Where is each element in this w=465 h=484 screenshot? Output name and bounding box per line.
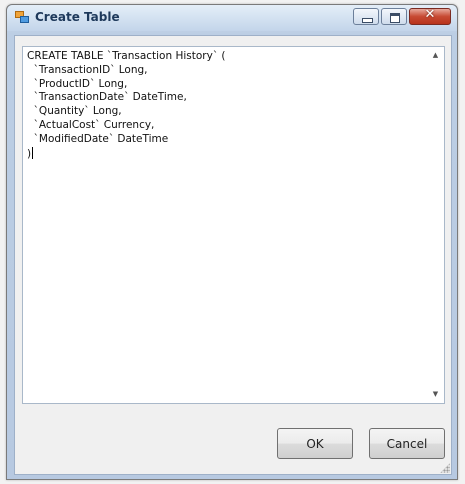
title-bar[interactable]: Create Table ✕ — [7, 5, 457, 31]
close-button[interactable]: ✕ — [409, 7, 451, 25]
minimize-button[interactable] — [353, 8, 379, 25]
create-table-dialog: Create Table ✕ CREATE TABLE `Transaction… — [6, 4, 458, 480]
sql-editor[interactable]: CREATE TABLE `Transaction History` ( `Tr… — [22, 46, 445, 404]
ok-button[interactable]: OK — [277, 428, 353, 459]
scroll-down-arrow-icon[interactable]: ▼ — [427, 386, 444, 403]
text-caret — [32, 146, 34, 159]
caption-buttons: ✕ — [353, 7, 451, 25]
scroll-up-arrow-icon[interactable]: ▲ — [427, 47, 444, 64]
window-title: Create Table — [35, 10, 120, 24]
resize-grip-icon[interactable] — [440, 463, 450, 473]
maximize-icon — [390, 13, 400, 23]
close-icon: ✕ — [424, 7, 436, 22]
minimize-icon — [362, 18, 373, 23]
table-icon — [15, 11, 29, 23]
cancel-button[interactable]: Cancel — [369, 428, 445, 459]
maximize-button[interactable] — [381, 8, 407, 25]
vertical-scrollbar[interactable]: ▲ ▼ — [427, 47, 444, 403]
dialog-client-area: CREATE TABLE `Transaction History` ( `Tr… — [14, 35, 452, 475]
sql-text[interactable]: CREATE TABLE `Transaction History` ( `Tr… — [27, 50, 226, 160]
